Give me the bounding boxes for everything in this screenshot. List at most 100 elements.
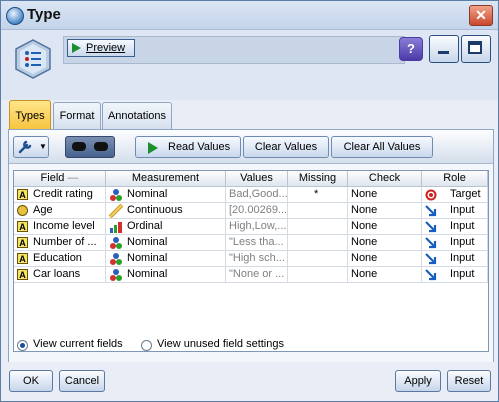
view-unused-settings-radio[interactable] (141, 340, 152, 351)
cell-missing[interactable] (288, 203, 348, 219)
ordinal-icon (110, 222, 122, 233)
help-button[interactable]: ? (399, 37, 423, 61)
ok-button[interactable]: OK (9, 370, 53, 392)
check-text: None (351, 268, 378, 280)
cell-check[interactable]: None (348, 203, 422, 219)
string-icon: A (17, 269, 28, 280)
types-panel: ▼ Read Values Clear Values Clear All Val… (8, 129, 494, 363)
reset-button[interactable]: Reset (447, 370, 491, 392)
maximize-button[interactable] (461, 35, 491, 63)
cell-missing[interactable] (288, 251, 348, 267)
view-current-fields-radio[interactable] (17, 340, 28, 351)
field-text: Age (33, 204, 53, 216)
cell-values[interactable]: "None or ... (226, 267, 288, 283)
real-icon (17, 205, 28, 216)
tab-annotations[interactable]: Annotations (102, 102, 172, 129)
clear-all-values-button[interactable]: Clear All Values (331, 136, 433, 158)
cell-role[interactable]: Input (422, 219, 488, 235)
nominal-icon (110, 253, 122, 265)
cell-measurement[interactable]: Ordinal (106, 219, 226, 235)
measurement-text: Nominal (127, 252, 168, 264)
table-row[interactable]: A Education Nominal "High sch... None Input (14, 251, 488, 267)
tab-format[interactable]: Format (53, 102, 101, 129)
cell-values[interactable]: [20.00269... (226, 203, 288, 219)
cell-role[interactable]: Input (422, 203, 488, 219)
continuous-icon (109, 204, 123, 218)
cell-role[interactable]: Target (422, 187, 488, 203)
cell-missing[interactable] (288, 267, 348, 283)
field-text: Number of ... (33, 236, 97, 248)
cell-role[interactable]: Input (422, 235, 488, 251)
measurement-text: Continuous (127, 204, 183, 216)
view-current-fields-label: View current fields (33, 338, 123, 350)
field-text: Credit rating (33, 188, 93, 200)
table-row[interactable]: Age Continuous [20.00269... None Input (14, 203, 488, 219)
view-unused-settings-label: View unused field settings (157, 338, 284, 350)
table-row[interactable]: A Credit rating Nominal Bad,Good... * None Tar… (14, 187, 488, 203)
tab-types[interactable]: Types (9, 100, 51, 131)
cell-missing[interactable]: * (288, 187, 348, 203)
apply-button[interactable]: Apply (395, 370, 441, 392)
cell-field[interactable]: A Credit rating (14, 187, 106, 203)
preview-button[interactable]: Preview (67, 39, 135, 57)
dialog-header: Preview ? (1, 30, 498, 100)
cell-check[interactable]: None (348, 251, 422, 267)
table-row[interactable]: A Car loans Nominal "None or ... None Input (14, 267, 488, 283)
cell-values[interactable]: "Less tha... (226, 235, 288, 251)
cell-check[interactable]: None (348, 187, 422, 203)
column-header-field[interactable]: Field — (14, 171, 106, 187)
table-row[interactable]: A Number of ... Nominal "Less tha... None Inp… (14, 235, 488, 251)
type-dialog: Type ✕ Preview ? Types Format Annotation… (0, 0, 499, 402)
cell-role[interactable]: Input (422, 267, 488, 283)
preview-label: Preview (86, 42, 126, 54)
measurement-text: Nominal (127, 268, 168, 280)
cell-values[interactable]: Bad,Good... (226, 187, 288, 203)
string-icon: A (17, 253, 28, 264)
cell-values[interactable]: High,Low,... (226, 219, 288, 235)
cell-role[interactable]: Input (422, 251, 488, 267)
table-row[interactable]: A Income level Ordinal High,Low,... None Inpu… (14, 219, 488, 235)
cell-values[interactable]: "High sch... (226, 251, 288, 267)
values-text: [20.00269... (229, 204, 288, 216)
values-text: Bad,Good... (229, 188, 288, 200)
column-header-values[interactable]: Values (226, 171, 288, 187)
cell-measurement[interactable]: Nominal (106, 267, 226, 283)
cell-field[interactable]: A Income level (14, 219, 106, 235)
cell-measurement[interactable]: Nominal (106, 187, 226, 203)
clear-values-button[interactable]: Clear Values (243, 136, 329, 158)
cell-field[interactable]: A Number of ... (14, 235, 106, 251)
role-text: Input (450, 220, 475, 232)
column-header-measurement[interactable]: Measurement (106, 171, 226, 187)
values-text: "Less tha... (229, 236, 284, 248)
view-toggle-group[interactable] (65, 136, 115, 158)
column-header-role[interactable]: Role (422, 171, 488, 187)
cell-measurement[interactable]: Nominal (106, 235, 226, 251)
column-header-missing[interactable]: Missing (288, 171, 348, 187)
minimize-icon (438, 51, 449, 54)
cell-missing[interactable] (288, 235, 348, 251)
cell-measurement[interactable]: Continuous (106, 203, 226, 219)
check-text: None (351, 204, 378, 216)
cell-field[interactable]: A Car loans (14, 267, 106, 283)
cell-check[interactable]: None (348, 235, 422, 251)
cell-missing[interactable] (288, 219, 348, 235)
cell-check[interactable]: None (348, 267, 422, 283)
cell-check[interactable]: None (348, 219, 422, 235)
cell-measurement[interactable]: Nominal (106, 251, 226, 267)
read-values-label: Read Values (168, 141, 231, 153)
nominal-icon (110, 269, 122, 281)
missing-text: * (314, 188, 319, 200)
column-header-check[interactable]: Check (348, 171, 422, 187)
glasses-icon (94, 142, 108, 151)
string-icon: A (17, 237, 28, 248)
minimize-button[interactable] (429, 35, 459, 63)
cell-field[interactable]: A Education (14, 251, 106, 267)
input-arrow-icon (425, 221, 437, 233)
binoculars-icon (72, 142, 86, 151)
read-values-button[interactable]: Read Values (135, 136, 241, 158)
close-button[interactable]: ✕ (469, 5, 493, 26)
cancel-button[interactable]: Cancel (59, 370, 105, 392)
cell-field[interactable]: Age (14, 203, 106, 219)
tools-dropdown-button[interactable]: ▼ (13, 136, 49, 158)
check-text: None (351, 252, 378, 264)
